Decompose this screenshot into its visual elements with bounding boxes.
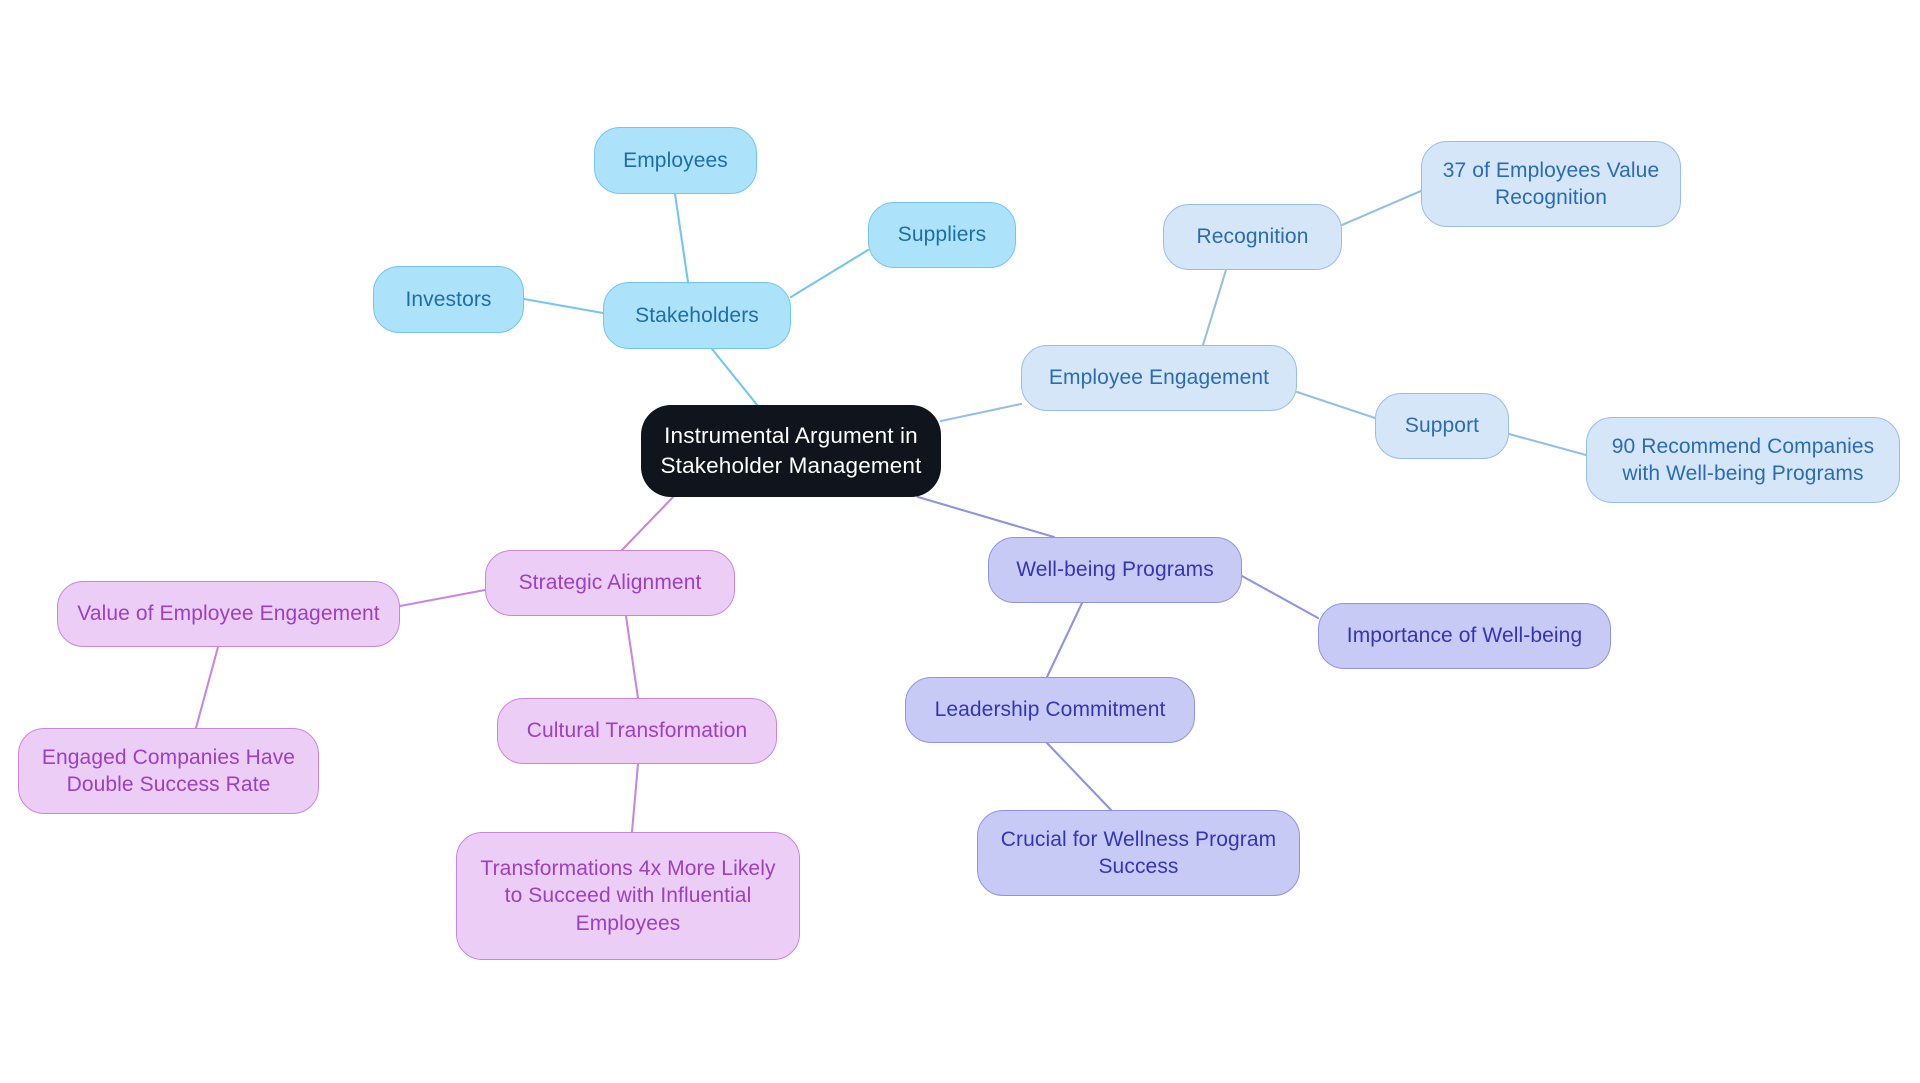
edge-leadership-to-wellness: [1045, 741, 1113, 812]
mindmap-node-wellness[interactable]: Crucial for Wellness Program Success: [977, 810, 1300, 896]
mindmap-node-investors[interactable]: Investors: [373, 266, 524, 333]
edge-engagement-to-recognition: [1201, 268, 1228, 347]
mindmap-node-support[interactable]: Support: [1375, 393, 1509, 459]
mindmap-node-value[interactable]: Value of Employee Engagement: [57, 581, 400, 647]
edge-strategic-to-cultural: [624, 614, 640, 700]
mindmap-node-leadership[interactable]: Leadership Commitment: [905, 677, 1195, 743]
edge-root-to-wellbeing: [916, 495, 1056, 539]
edge-recognition-to-recognition-stat: [1340, 189, 1423, 227]
edge-wellbeing-to-importance: [1240, 574, 1320, 620]
edge-support-to-support-stat: [1507, 432, 1588, 457]
edge-root-to-engagement: [939, 402, 1023, 423]
mindmap-canvas: Instrumental Argument in Stakeholder Man…: [0, 0, 1920, 1083]
mindmap-node-engaged[interactable]: Engaged Companies Have Double Success Ra…: [18, 728, 319, 814]
edge-cultural-to-transform: [630, 762, 640, 834]
mindmap-node-cultural[interactable]: Cultural Transformation: [497, 698, 777, 764]
edge-value-to-engaged: [194, 645, 220, 730]
mindmap-node-support-stat[interactable]: 90 Recommend Companies with Well-being P…: [1586, 417, 1900, 503]
mindmap-node-employees[interactable]: Employees: [594, 127, 757, 194]
mindmap-node-transform[interactable]: Transformations 4x More Likely to Succee…: [456, 832, 800, 960]
mindmap-node-suppliers[interactable]: Suppliers: [868, 202, 1016, 268]
edge-strategic-to-value: [398, 588, 487, 608]
edge-stakeholders-to-suppliers: [789, 248, 870, 299]
edge-root-to-stakeholders: [710, 347, 764, 413]
edge-stakeholders-to-investors: [522, 297, 605, 315]
edge-wellbeing-to-leadership: [1045, 601, 1084, 679]
mindmap-node-recognition-stat[interactable]: 37 of Employees Value Recognition: [1421, 141, 1681, 227]
mindmap-node-importance[interactable]: Importance of Well-being: [1318, 603, 1611, 669]
mindmap-node-stakeholders[interactable]: Stakeholders: [603, 282, 791, 349]
edge-stakeholders-to-employees: [673, 192, 690, 284]
edge-root-to-strategic: [620, 493, 677, 552]
edge-engagement-to-support: [1295, 390, 1377, 420]
mindmap-node-wellbeing[interactable]: Well-being Programs: [988, 537, 1242, 603]
root-node[interactable]: Instrumental Argument in Stakeholder Man…: [641, 405, 941, 497]
mindmap-node-engagement[interactable]: Employee Engagement: [1021, 345, 1297, 411]
mindmap-node-strategic[interactable]: Strategic Alignment: [485, 550, 735, 616]
mindmap-node-recognition[interactable]: Recognition: [1163, 204, 1342, 270]
